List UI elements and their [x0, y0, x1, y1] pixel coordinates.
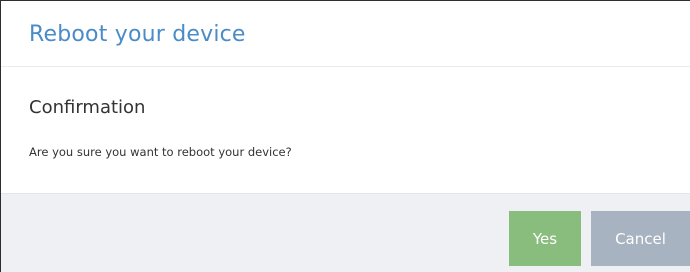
dialog-footer: Yes Cancel — [1, 193, 690, 272]
confirmation-heading: Confirmation — [29, 97, 146, 118]
confirmation-message: Are you sure you want to reboot your dev… — [29, 145, 292, 159]
reboot-dialog: Reboot your device Confirmation Are you … — [0, 0, 690, 272]
dialog-body: Confirmation Are you sure you want to re… — [1, 67, 690, 193]
dialog-header: Reboot your device — [1, 1, 690, 67]
cancel-button[interactable]: Cancel — [591, 211, 690, 266]
yes-button[interactable]: Yes — [509, 211, 581, 266]
dialog-title: Reboot your device — [29, 22, 246, 47]
